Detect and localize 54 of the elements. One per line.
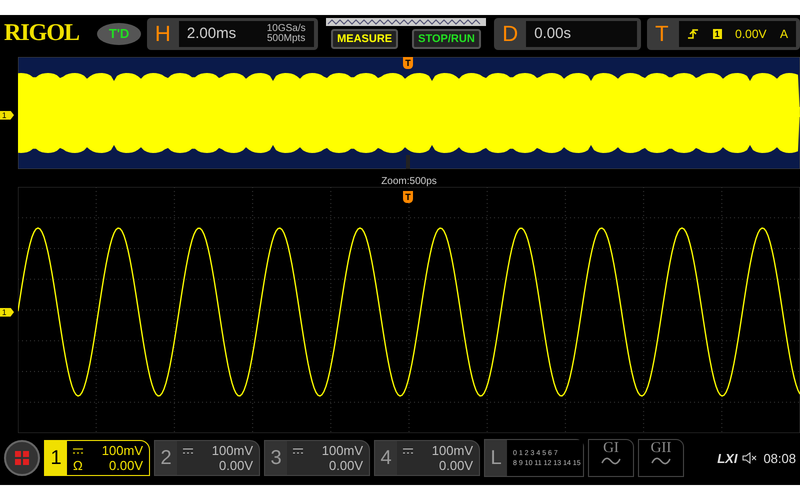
- channel-tab[interactable]: 3 100mV 0.00V: [264, 440, 370, 476]
- channel-number: 2: [155, 441, 177, 476]
- sine-icon: [651, 457, 671, 466]
- generator-tab[interactable]: GI: [588, 439, 634, 478]
- channel-offset: 0.00V: [439, 458, 473, 474]
- sine-icon: [601, 457, 621, 466]
- zoom-label: Zoom:500ps: [381, 176, 437, 187]
- channel-offset: 0.00V: [109, 458, 143, 474]
- channel-impedance: Ω: [73, 458, 83, 474]
- trigger-panel[interactable]: T 1 0.00V A: [647, 18, 800, 50]
- menu-button[interactable]: [4, 440, 40, 476]
- channel-offset: 0.00V: [329, 458, 363, 474]
- run-status: T'D: [97, 22, 141, 45]
- channel-tab[interactable]: 4 100mV 0.00V: [374, 440, 480, 476]
- channel-scale: 100mV: [322, 443, 363, 458]
- toolbar-button[interactable]: STOP/RUN: [412, 29, 481, 50]
- horizontal-label: H: [154, 20, 172, 47]
- trigger-marker[interactable]: T: [403, 190, 413, 203]
- channel-number: 4: [375, 441, 397, 476]
- dc-coupling-icon: [403, 448, 413, 454]
- trigger-level: 0.00V: [735, 26, 766, 41]
- channel-tab[interactable]: 1 100mV Ω 0.00V: [44, 440, 150, 476]
- channel-marker[interactable]: 1: [0, 110, 14, 120]
- toolbar-button[interactable]: MEASURE: [331, 29, 398, 50]
- channel-tab[interactable]: 2 100mV 0.00V: [154, 440, 260, 476]
- channel-number: 1: [45, 441, 67, 476]
- clock-time: 08:08: [763, 450, 796, 466]
- channel-scale: 100mV: [212, 443, 253, 458]
- logic-label: L: [485, 440, 507, 476]
- trigger-source: 1: [712, 28, 722, 39]
- channel-offset: 0.00V: [219, 458, 253, 474]
- delay-panel[interactable]: D 0.00s: [494, 18, 642, 50]
- muted-speaker-icon[interactable]: [742, 452, 758, 464]
- dc-coupling-icon: [293, 448, 303, 454]
- trigger-marker[interactable]: T: [403, 56, 413, 69]
- dc-coupling-icon: [183, 448, 193, 454]
- brand-logo: RIGOL: [4, 20, 80, 48]
- sample-rate: 10GSa/s: [266, 24, 306, 34]
- lxi-label: LXI: [717, 450, 738, 466]
- channel-number: 3: [265, 441, 287, 476]
- grid-icon: [15, 451, 29, 466]
- trigger-label: T: [655, 20, 670, 47]
- delay-label: D: [502, 20, 520, 47]
- rising-edge-icon: [687, 28, 700, 40]
- channel-scale: 100mV: [432, 443, 473, 458]
- timebase-value: 2.00ms: [186, 25, 236, 42]
- delay-value: 0.00s: [534, 25, 571, 42]
- horizontal-panel[interactable]: H 2.00ms 10GSa/s 500Mpts: [146, 18, 318, 50]
- dc-coupling-icon: [73, 448, 83, 454]
- channel-scale: 100mV: [102, 443, 143, 458]
- trigger-mode: A: [780, 26, 788, 41]
- memory-depth: 500Mpts: [266, 34, 306, 44]
- generator-tab[interactable]: GII: [638, 439, 684, 478]
- channel-marker[interactable]: 1: [0, 308, 14, 317]
